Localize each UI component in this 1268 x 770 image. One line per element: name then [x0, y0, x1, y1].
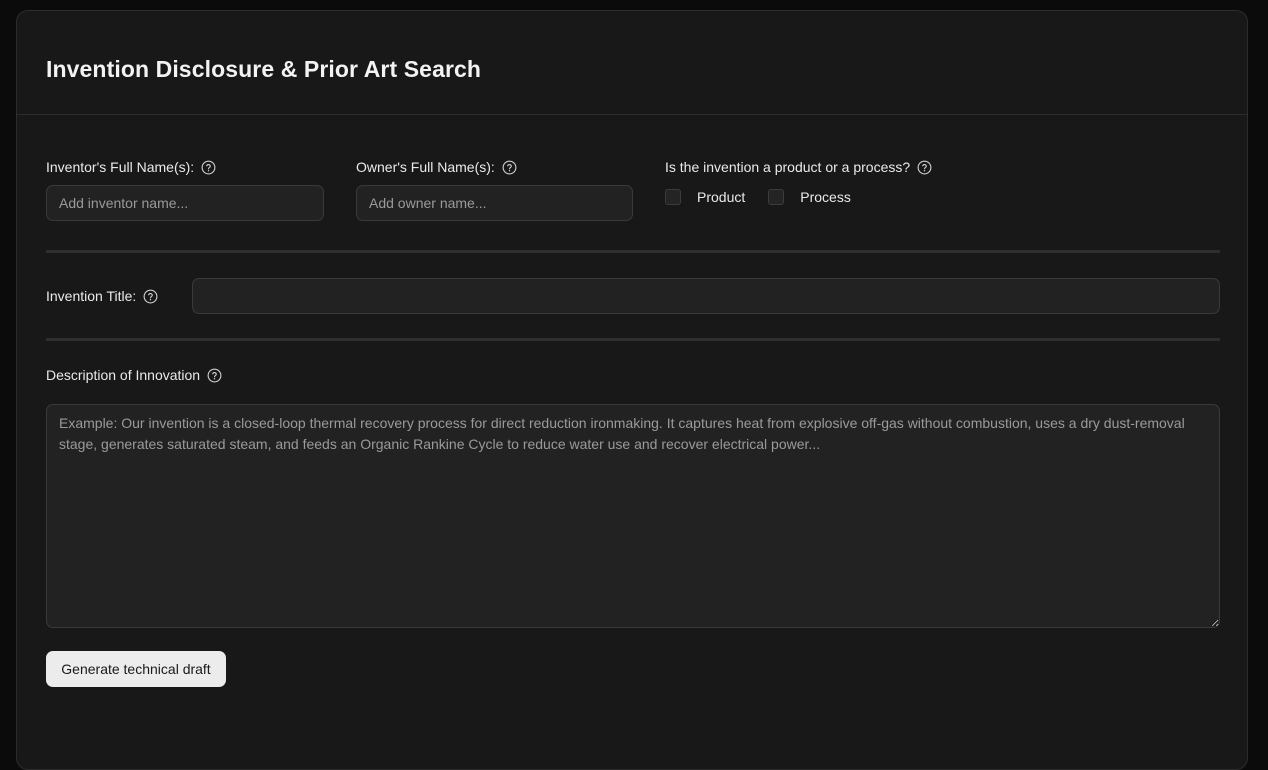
inventor-label-text: Inventor's Full Name(s):	[46, 159, 195, 175]
product-checkbox[interactable]	[665, 189, 681, 205]
invention-title-input[interactable]	[192, 278, 1220, 314]
inventor-field-group: Inventor's Full Name(s):	[46, 157, 324, 221]
page-title: Invention Disclosure & Prior Art Search	[46, 56, 482, 82]
owner-label-text: Owner's Full Name(s):	[356, 159, 495, 175]
help-circle-icon[interactable]	[201, 160, 216, 175]
invention-title-label: Invention Title:	[46, 286, 158, 306]
help-circle-icon[interactable]	[207, 368, 222, 383]
invention-type-group: Is the invention a product or a process?…	[665, 157, 1065, 208]
invention-type-label-text: Is the invention a product or a process?	[665, 159, 911, 175]
invention-title-label-text: Invention Title:	[46, 288, 137, 304]
section-divider	[46, 250, 1220, 253]
description-label: Description of Innovation	[46, 365, 1220, 385]
generate-draft-button[interactable]: Generate technical draft	[46, 651, 226, 687]
process-label: Process	[800, 189, 851, 205]
inventor-label: Inventor's Full Name(s):	[46, 157, 324, 177]
description-textarea[interactable]	[46, 404, 1220, 628]
process-option[interactable]: Process	[768, 189, 851, 205]
process-checkbox[interactable]	[768, 189, 785, 205]
owner-label: Owner's Full Name(s):	[356, 157, 633, 177]
help-circle-icon[interactable]	[143, 289, 158, 304]
invention-form-card: Invention Disclosure & Prior Art Search …	[16, 10, 1248, 770]
help-circle-icon[interactable]	[917, 160, 932, 175]
owner-name-input[interactable]	[356, 185, 633, 221]
product-label: Product	[697, 189, 746, 205]
description-group: Description of Innovation	[46, 365, 1220, 628]
owner-field-group: Owner's Full Name(s):	[356, 157, 633, 221]
invention-title-row: Invention Title:	[46, 278, 1220, 314]
description-label-text: Description of Innovation	[46, 367, 201, 383]
product-option[interactable]: Product	[665, 189, 745, 205]
help-circle-icon[interactable]	[502, 160, 517, 175]
section-divider	[46, 338, 1220, 341]
card-header: Invention Disclosure & Prior Art Search	[17, 11, 1247, 115]
invention-type-options: Product Process	[665, 186, 1065, 208]
invention-type-label: Is the invention a product or a process?	[665, 157, 1065, 177]
inventor-name-input[interactable]	[46, 185, 324, 221]
